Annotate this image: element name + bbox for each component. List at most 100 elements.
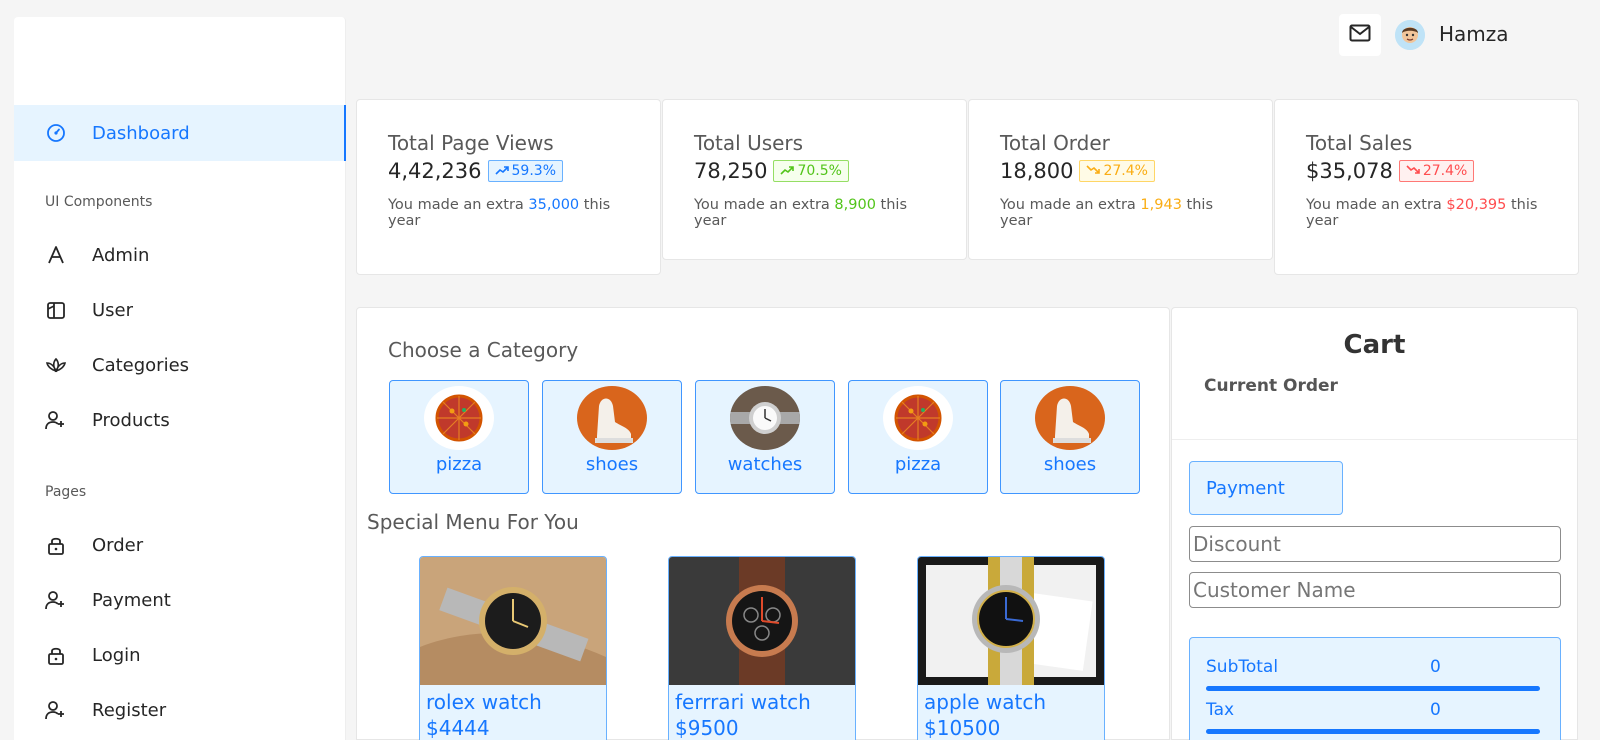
sidebar-item-user[interactable]: User bbox=[14, 282, 346, 338]
user-add-icon bbox=[44, 408, 68, 432]
sidebar-item-dashboard[interactable]: Dashboard bbox=[14, 105, 346, 161]
trend-percent: 27.4% bbox=[1103, 163, 1148, 179]
user-add-icon bbox=[44, 698, 68, 722]
stat-footnote: You made an extra $20,395 this year bbox=[1306, 197, 1547, 229]
subtotal-label: SubTotal bbox=[1206, 657, 1279, 677]
stat-value: $35,078 bbox=[1306, 159, 1393, 183]
sidebar-item-categories[interactable]: Categories bbox=[14, 337, 346, 393]
sidebar-item-label: Products bbox=[92, 409, 170, 431]
trend-up-icon bbox=[494, 163, 509, 179]
sidebar-item-label: Categories bbox=[92, 354, 190, 376]
product-price: $9500 bbox=[675, 716, 739, 740]
footnote-highlight: 8,900 bbox=[834, 197, 876, 213]
product-name: ferrrari watch bbox=[675, 690, 811, 714]
discount-input[interactable] bbox=[1189, 526, 1561, 562]
lotus-icon bbox=[44, 353, 68, 377]
nav-group-pages: Pages bbox=[45, 484, 87, 500]
stat-value: 78,250 bbox=[694, 159, 768, 183]
trend-badge: 59.3% bbox=[487, 160, 563, 182]
stat-title: Total Page Views bbox=[388, 131, 554, 155]
sidebar-item-label: Admin bbox=[92, 244, 150, 266]
sidebar-item-admin[interactable]: Admin bbox=[14, 227, 346, 283]
footnote-highlight: 1,943 bbox=[1140, 197, 1182, 213]
sidebar-item-label: Register bbox=[92, 699, 167, 721]
category-label: pizza bbox=[894, 454, 942, 475]
product-price: $10500 bbox=[924, 716, 1001, 740]
stat-card-page-views: Total Page Views 4,42,236 59.3% You made… bbox=[356, 99, 661, 275]
trend-down-icon bbox=[1406, 163, 1420, 179]
stat-title: Total Sales bbox=[1306, 131, 1413, 155]
sidebar-item-payment[interactable]: Payment bbox=[14, 572, 346, 628]
stat-card-users: Total Users 78,250 70.5% You made an ext… bbox=[662, 99, 967, 260]
product-card-ferrari[interactable]: ferrrari watch $9500 bbox=[668, 556, 856, 740]
divider bbox=[1172, 439, 1577, 440]
sidebar-item-label: Order bbox=[92, 534, 144, 556]
shoes-image bbox=[577, 386, 647, 450]
category-label: pizza bbox=[435, 454, 483, 475]
mail-button[interactable] bbox=[1339, 14, 1381, 56]
sidebar: Dashboard UI Components Admin User Categ… bbox=[14, 17, 346, 740]
stat-card-orders: Total Order 18,800 27.4% You made an ext… bbox=[968, 99, 1273, 260]
product-name: apple watch bbox=[924, 690, 1046, 714]
sidebar-item-order[interactable]: Order bbox=[14, 517, 346, 573]
category-card-shoes[interactable]: shoes bbox=[542, 380, 682, 494]
stat-title: Total Order bbox=[1000, 131, 1110, 155]
lock-icon bbox=[44, 533, 68, 557]
sidebar-item-label: User bbox=[92, 299, 134, 321]
trend-percent: 70.5% bbox=[797, 163, 842, 179]
trend-up-icon bbox=[780, 163, 795, 179]
stat-value: 18,800 bbox=[1000, 159, 1074, 183]
layout-icon bbox=[44, 298, 68, 322]
category-card-pizza[interactable]: pizza bbox=[389, 380, 529, 494]
sidebar-item-register[interactable]: Register bbox=[14, 682, 346, 738]
category-label: shoes bbox=[1043, 454, 1097, 475]
sidebar-item-login[interactable]: Login bbox=[14, 627, 346, 683]
footnote-text: You made an extra bbox=[1306, 197, 1447, 213]
product-card-rolex[interactable]: rolex watch $4444 bbox=[419, 556, 607, 740]
sidebar-item-label: Login bbox=[92, 644, 141, 666]
avatar[interactable] bbox=[1395, 20, 1425, 50]
footnote-text: You made an extra bbox=[1000, 197, 1141, 213]
customer-name-input[interactable] bbox=[1189, 572, 1561, 608]
sidebar-item-products[interactable]: Products bbox=[14, 392, 346, 448]
footnote-highlight: $20,395 bbox=[1446, 197, 1507, 213]
product-image bbox=[669, 557, 855, 685]
subtotal-value: 0 bbox=[1430, 657, 1441, 677]
stat-value: 4,42,236 bbox=[388, 159, 482, 183]
product-image bbox=[420, 557, 606, 685]
footnote-text: You made an extra bbox=[388, 197, 529, 213]
footnote-highlight: 35,000 bbox=[528, 197, 580, 213]
category-label: shoes bbox=[585, 454, 639, 475]
category-label: watches bbox=[727, 454, 803, 475]
pizza-image bbox=[424, 386, 494, 450]
cart-title: Cart bbox=[1343, 330, 1406, 360]
category-card-watches[interactable]: watches bbox=[695, 380, 835, 494]
trend-badge: 27.4% bbox=[1398, 160, 1475, 182]
category-card-shoes[interactable]: shoes bbox=[1000, 380, 1140, 494]
user-name[interactable]: Hamza bbox=[1439, 22, 1509, 46]
lock-icon bbox=[44, 643, 68, 667]
payment-button[interactable]: Payment bbox=[1189, 461, 1343, 515]
category-card-pizza[interactable]: pizza bbox=[848, 380, 988, 494]
dashboard-icon bbox=[44, 121, 68, 145]
stat-title: Total Users bbox=[694, 131, 804, 155]
trend-percent: 59.3% bbox=[511, 163, 556, 179]
product-card-apple[interactable]: apple watch $10500 bbox=[917, 556, 1105, 740]
stat-footnote: You made an extra 8,900 this year bbox=[694, 197, 935, 229]
tax-bar bbox=[1206, 729, 1540, 734]
trend-badge: 70.5% bbox=[773, 160, 849, 182]
sidebar-item-label: Payment bbox=[92, 589, 171, 611]
trend-percent: 27.4% bbox=[1422, 163, 1468, 179]
sidebar-item-label: Dashboard bbox=[92, 122, 190, 144]
tax-label: Tax bbox=[1206, 700, 1235, 720]
trend-down-icon bbox=[1086, 163, 1101, 179]
stat-footnote: You made an extra 1,943 this year bbox=[1000, 197, 1241, 229]
product-price: $4444 bbox=[426, 716, 490, 740]
cart-panel: Cart Current Order Payment SubTotal 0 Ta… bbox=[1171, 307, 1578, 740]
pizza-image bbox=[883, 386, 953, 450]
trend-badge: 27.4% bbox=[1079, 160, 1155, 182]
watches-image bbox=[730, 386, 800, 450]
shoes-image bbox=[1035, 386, 1105, 450]
product-image bbox=[918, 557, 1104, 685]
menu-section-title: Special Menu For You bbox=[367, 510, 579, 534]
